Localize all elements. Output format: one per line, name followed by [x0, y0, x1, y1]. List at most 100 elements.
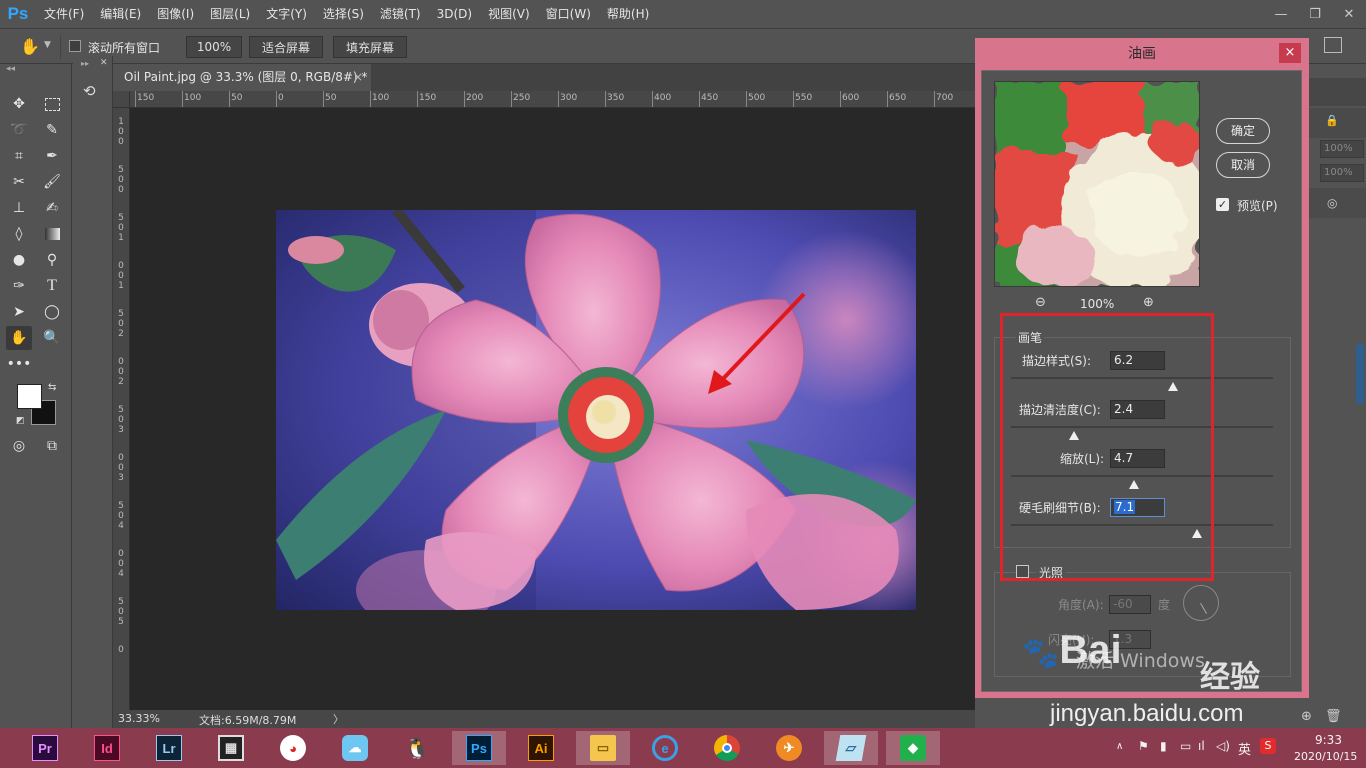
- cancel-button[interactable]: 取消: [1216, 152, 1270, 178]
- scroll-all-checkbox[interactable]: [69, 40, 81, 55]
- ime-indicator[interactable]: 英: [1238, 739, 1251, 758]
- expand-arrows-icon[interactable]: ▸▸: [81, 59, 89, 68]
- clock-time[interactable]: 9:33: [1315, 733, 1342, 747]
- angle-input[interactable]: -60: [1109, 595, 1151, 614]
- delete-layer-icon[interactable]: 🗑: [1325, 709, 1342, 724]
- hand-tool-icon[interactable]: ✋: [6, 326, 32, 350]
- stamp-tool-icon[interactable]: ⊥: [6, 196, 32, 220]
- screen-mode-icon[interactable]: ⧉: [39, 434, 65, 458]
- network-icon[interactable]: ▭: [1180, 739, 1191, 753]
- flag-icon[interactable]: ⚑: [1138, 739, 1149, 753]
- layer-visibility-icon[interactable]: ◎: [1327, 196, 1337, 210]
- new-layer-icon[interactable]: ⊕: [1301, 709, 1312, 724]
- preview-checkbox[interactable]: ✓: [1216, 198, 1229, 211]
- ok-button[interactable]: 确定: [1216, 118, 1270, 144]
- eyedropper-tool-icon[interactable]: ✒: [39, 144, 65, 168]
- canvas-area[interactable]: [130, 108, 975, 710]
- panel-close-icon[interactable]: ✕: [100, 58, 108, 68]
- taskbar-chrome[interactable]: [700, 731, 754, 765]
- collapse-arrows-icon[interactable]: ◂◂: [6, 64, 15, 74]
- crop-tool-icon[interactable]: ⌗: [6, 144, 32, 168]
- zoom-tool-icon[interactable]: 🔍: [39, 326, 65, 350]
- taskbar-app-5[interactable]: ◕: [266, 731, 320, 765]
- taskbar-app-14[interactable]: ▱: [824, 731, 878, 765]
- opacity-field[interactable]: 100%: [1320, 140, 1364, 158]
- taskbar-premiere[interactable]: Pr: [18, 731, 72, 765]
- marquee-tool-icon[interactable]: [39, 92, 65, 116]
- dialog-close-button[interactable]: ×: [1279, 43, 1301, 63]
- menu-image[interactable]: 图像(I): [149, 0, 202, 28]
- move-tool-icon[interactable]: ✥: [6, 92, 32, 116]
- menu-window[interactable]: 窗口(W): [538, 0, 599, 28]
- taskbar-photoshop[interactable]: Ps: [452, 731, 506, 765]
- panel-scrollbar[interactable]: [1356, 344, 1364, 404]
- gradient-tool-icon[interactable]: [39, 222, 65, 246]
- blur-tool-icon[interactable]: ●: [6, 248, 32, 272]
- lock-icon[interactable]: 🔒: [1325, 114, 1339, 127]
- taskbar-browser[interactable]: e: [638, 731, 692, 765]
- chevron-down-icon[interactable]: ▼: [44, 40, 51, 50]
- lasso-tool-icon[interactable]: ➰: [6, 118, 32, 142]
- minimize-icon[interactable]: —: [1264, 0, 1298, 28]
- taskbar-video-app[interactable]: ▦: [204, 731, 258, 765]
- history-brush-icon[interactable]: ✍: [39, 196, 65, 220]
- ellipse-tool-icon[interactable]: ◯: [39, 300, 65, 324]
- workspace-icon[interactable]: [1324, 37, 1342, 53]
- zoom-in-icon[interactable]: ⊕: [1143, 295, 1154, 310]
- document-tab[interactable]: Oil Paint.jpg @ 33.3% (图层 0, RGB/8#) * ×: [113, 64, 371, 91]
- taskbar-app-13[interactable]: ✈: [762, 731, 816, 765]
- history-panel-icon[interactable]: ⟲: [83, 82, 105, 104]
- tab-close-icon[interactable]: ×: [353, 64, 363, 91]
- ruler-label: 0: [118, 367, 124, 377]
- menu-filter[interactable]: 滤镜(T): [372, 0, 429, 28]
- taskbar-qq[interactable]: 🐧: [390, 731, 444, 765]
- more-tools-icon[interactable]: •••: [6, 352, 32, 376]
- battery-icon[interactable]: ▮: [1160, 739, 1167, 753]
- volume-icon[interactable]: ◁): [1216, 739, 1230, 753]
- document-tab-title: Oil Paint.jpg @ 33.3% (图层 0, RGB/8#) *: [124, 70, 368, 84]
- quick-select-tool-icon[interactable]: ✎: [39, 118, 65, 142]
- filter-preview[interactable]: [994, 81, 1200, 287]
- taskbar-indesign[interactable]: Id: [80, 731, 134, 765]
- chrome-icon: [714, 735, 740, 761]
- angle-dial[interactable]: [1183, 585, 1219, 621]
- taskbar-explorer[interactable]: ▭: [576, 731, 630, 765]
- signal-icon[interactable]: ıl: [1198, 739, 1205, 753]
- brush-tool-icon[interactable]: 🖌: [39, 170, 65, 194]
- taskbar-lightroom[interactable]: Lr: [142, 731, 196, 765]
- menu-type[interactable]: 文字(Y): [258, 0, 315, 28]
- fit-screen-button[interactable]: 适合屏幕: [249, 36, 323, 58]
- taskbar-app-15[interactable]: ◆: [886, 731, 940, 765]
- hand-tool-icon[interactable]: ✋: [20, 37, 40, 56]
- type-tool-icon[interactable]: T: [39, 274, 65, 298]
- menu-3d[interactable]: 3D(D): [429, 0, 480, 28]
- eraser-tool-icon[interactable]: ◊: [6, 222, 32, 246]
- fill-field[interactable]: 100%: [1320, 164, 1364, 182]
- zoom-status[interactable]: 33.33%: [118, 712, 160, 725]
- path-select-tool-icon[interactable]: ➤: [6, 300, 32, 324]
- status-menu-icon[interactable]: 〉: [333, 711, 344, 727]
- fill-screen-button[interactable]: 填充屏幕: [333, 36, 407, 58]
- restore-icon[interactable]: ❐: [1298, 0, 1332, 28]
- default-colors-icon[interactable]: ◩: [16, 416, 25, 426]
- taskbar-app-6[interactable]: ☁: [328, 731, 382, 765]
- zoom-out-icon[interactable]: ⊖: [1035, 295, 1046, 310]
- sogou-ime-icon[interactable]: S: [1260, 738, 1276, 754]
- clock-date[interactable]: 2020/10/15: [1294, 750, 1357, 763]
- dodge-tool-icon[interactable]: ⚲: [39, 248, 65, 272]
- zoom-100-button[interactable]: 100%: [186, 36, 242, 58]
- layer-row[interactable]: [1309, 188, 1366, 218]
- pen-tool-icon[interactable]: ✑: [6, 274, 32, 298]
- healing-tool-icon[interactable]: ✂: [6, 170, 32, 194]
- menu-select[interactable]: 选择(S): [315, 0, 372, 28]
- menu-view[interactable]: 视图(V): [480, 0, 538, 28]
- quick-mask-icon[interactable]: ◎: [6, 434, 32, 458]
- menu-layer[interactable]: 图层(L): [202, 0, 258, 28]
- close-icon[interactable]: ✕: [1332, 0, 1366, 28]
- taskbar-illustrator[interactable]: Ai: [514, 731, 568, 765]
- tray-expand-icon[interactable]: ∧: [1116, 741, 1123, 752]
- swap-colors-icon[interactable]: ⇆: [48, 382, 56, 393]
- menu-file[interactable]: 文件(F): [36, 0, 92, 28]
- menu-help[interactable]: 帮助(H): [599, 0, 657, 28]
- menu-edit[interactable]: 编辑(E): [92, 0, 149, 28]
